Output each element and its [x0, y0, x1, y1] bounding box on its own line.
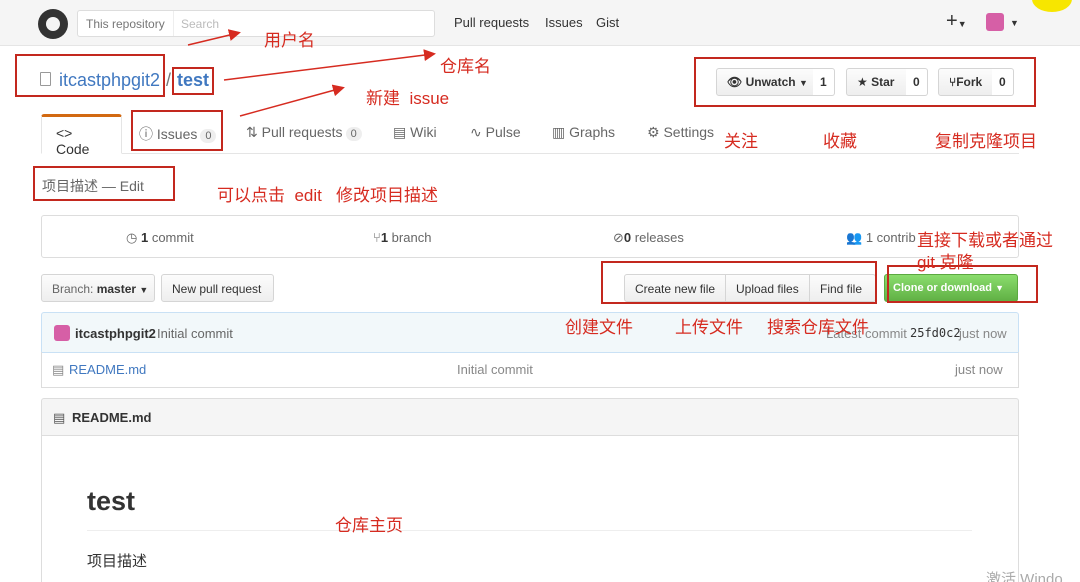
note-repo-name: 仓库名 — [440, 57, 491, 76]
arrow-username — [187, 29, 241, 46]
note-create-file: 创建文件 — [565, 318, 633, 337]
note-edit-tip: 可以点击 edit 修改项目描述 — [217, 181, 438, 206]
note-username: 用户名 — [264, 31, 315, 50]
note-edit-tip-2: edit — [294, 186, 322, 205]
note-edit-tip-1: 可以点击 — [217, 186, 285, 205]
windows-activation-watermark: 激活 Windo — [986, 571, 1063, 582]
arrow-repo-name — [223, 49, 436, 81]
note-clone-tip-2: git 克隆 — [917, 253, 974, 272]
note-edit-tip-3: 修改项目描述 — [336, 186, 439, 205]
note-watch: 关注 — [724, 132, 758, 151]
note-new-issue-en: issue — [409, 89, 450, 108]
arrow-issue — [239, 84, 345, 117]
note-fork: 复制克隆项目 — [935, 132, 1037, 151]
note-new-issue-cn: 新建 — [366, 89, 400, 108]
note-new-issue: 新建 issue — [366, 84, 449, 109]
annotation-arrows — [187, 29, 436, 117]
note-home: 仓库主页 — [335, 516, 403, 535]
note-star: 收藏 — [823, 132, 857, 151]
note-search-file: 搜索仓库文件 — [767, 318, 869, 337]
note-upload-file: 上传文件 — [675, 318, 743, 337]
